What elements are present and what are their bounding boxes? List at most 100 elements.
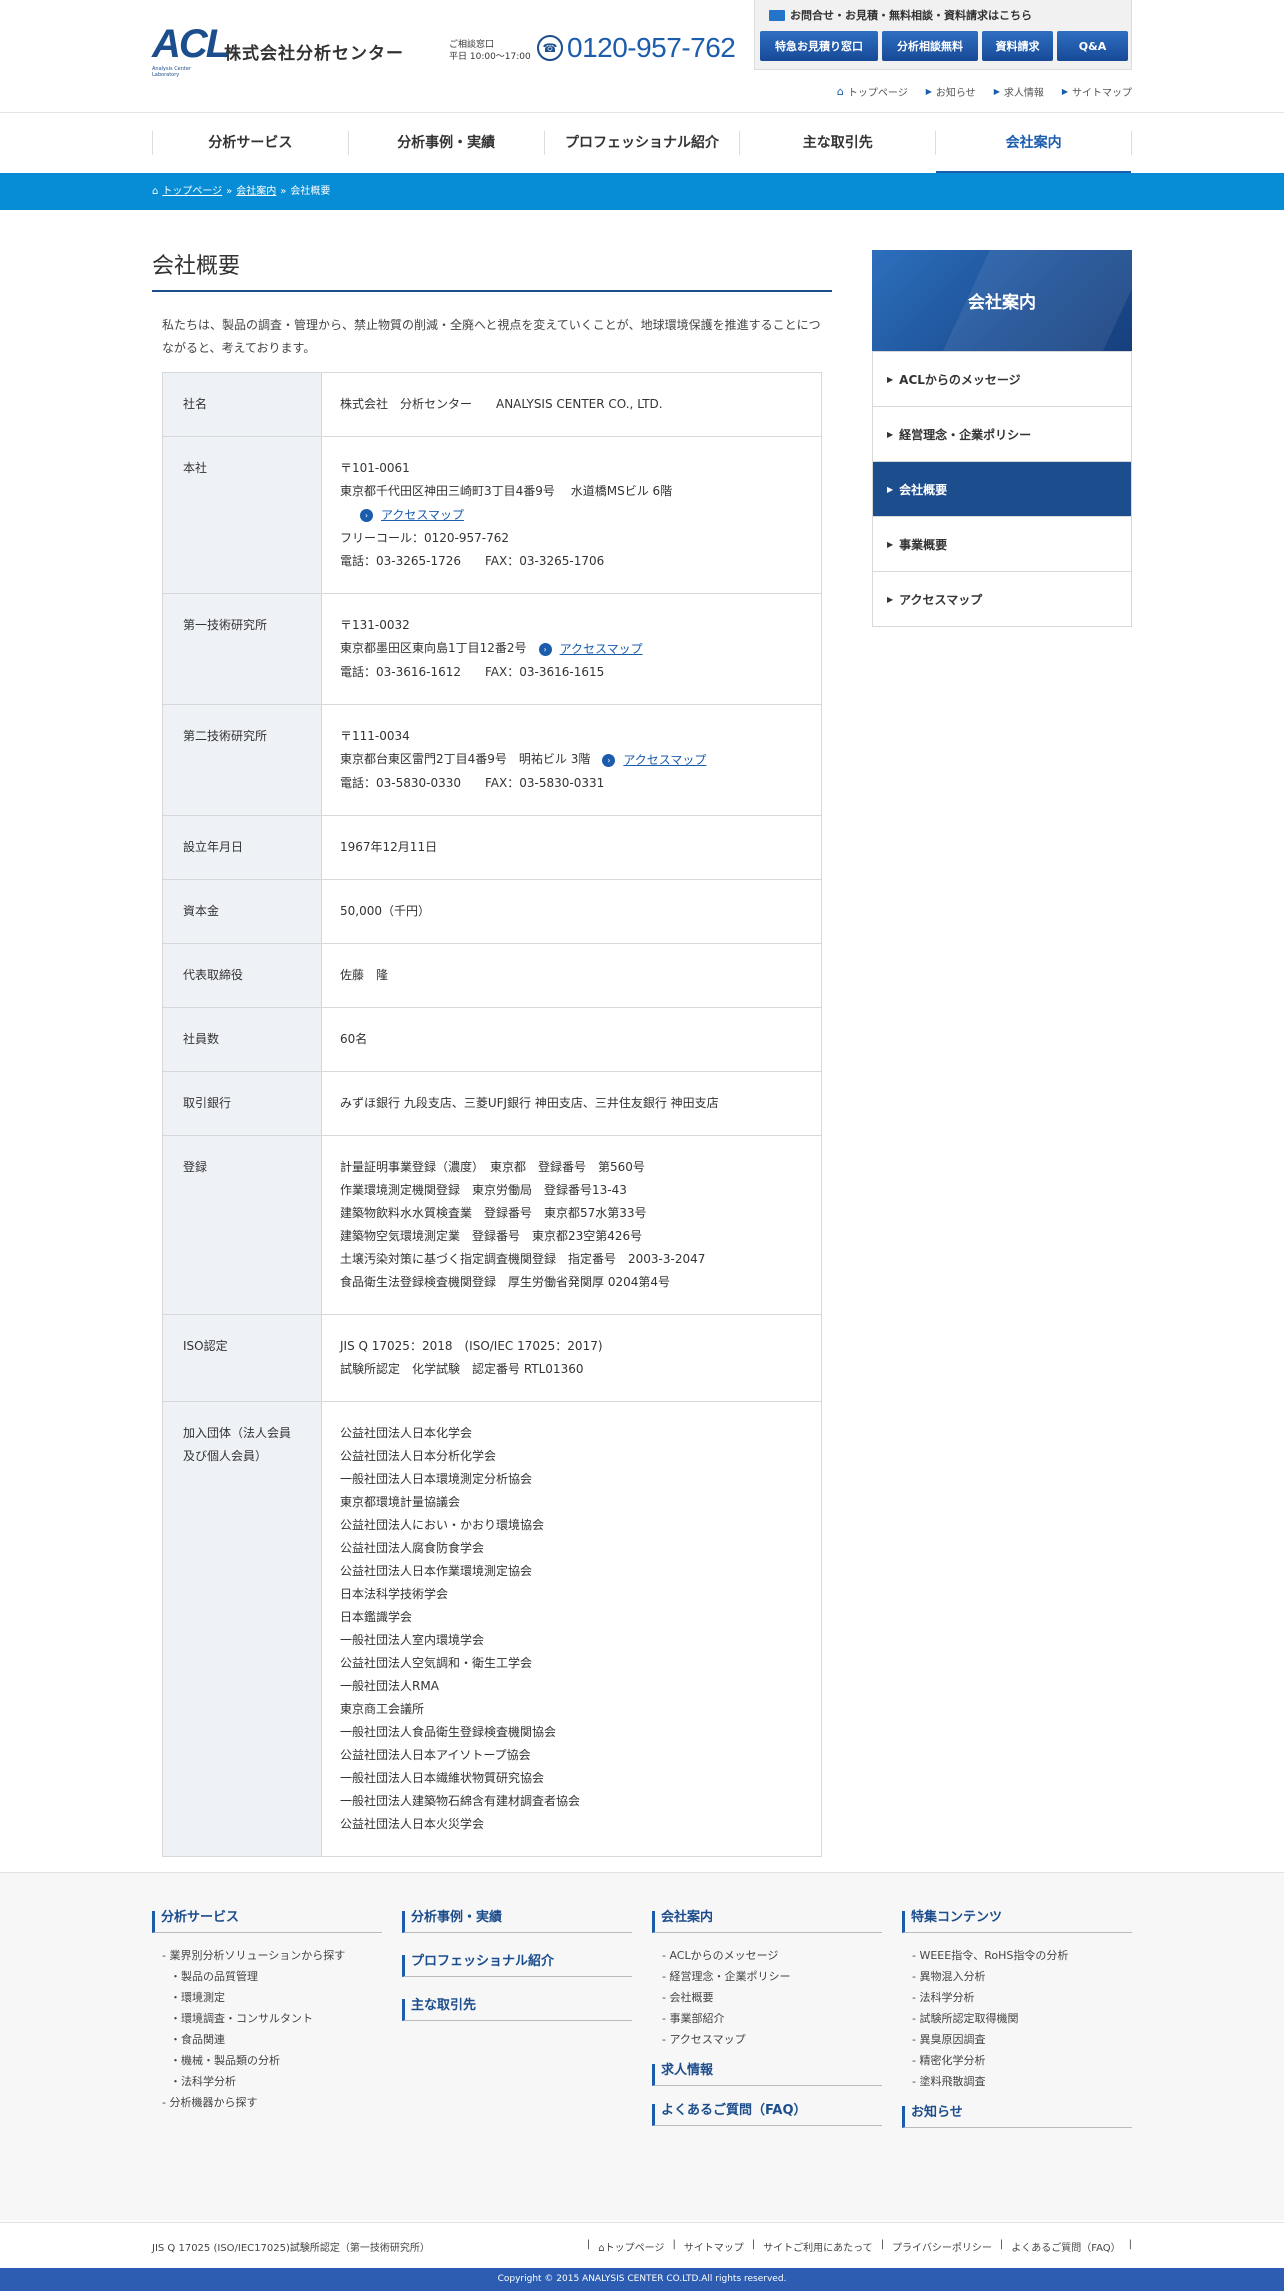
contact-title: お問合せ・お見積・無料相談・資料請求はこちら xyxy=(755,0,1131,23)
footer-heading[interactable]: 分析サービス xyxy=(152,1911,382,1933)
footer-link[interactable]: - ACLからのメッセージ xyxy=(652,1945,882,1966)
footer-col-services: 分析サービス - 業界別分析ソリューションから探す ・製品の品質管理 ・環境測定… xyxy=(152,1911,382,2140)
footer-heading[interactable]: 分析事例・実績 xyxy=(402,1911,632,1933)
sidebar-item-access[interactable]: ▶ アクセスマップ xyxy=(873,571,1131,626)
footer-col-features: 特集コンテンツ - WEEE指令、RoHS指令の分析 - 異物混入分析 - 法科… xyxy=(902,1911,1132,2140)
footer-link[interactable]: - 経営理念・企業ポリシー xyxy=(652,1966,882,1987)
toplink-jobs[interactable]: ▶ 求人情報 xyxy=(994,84,1044,99)
footer-link[interactable]: - アクセスマップ xyxy=(652,2029,882,2050)
footer-heading[interactable]: お知らせ xyxy=(902,2106,1132,2128)
iso-item: 試験所認定 化学試験 認定番号 RTL01360 xyxy=(340,1362,584,1376)
qa-button[interactable]: Q&A xyxy=(1057,31,1128,61)
footer-link[interactable]: - 分析機器から探す xyxy=(152,2092,382,2113)
footer-link[interactable]: ・環境測定 xyxy=(152,1987,382,2008)
map-link-label: アクセスマップ xyxy=(623,753,707,767)
footer-bottom-link[interactable]: サイトマップ xyxy=(684,2239,744,2254)
footer-bottom: JIS Q 17025 (ISO/IEC17025)試験所認定（第一技術研究所）… xyxy=(0,2222,1284,2268)
registration-item: 建築物飲料水水質検査業 登録番号 東京都57水第33号 xyxy=(340,1206,647,1220)
footer-heading[interactable]: プロフェッショナル紹介 xyxy=(402,1955,632,1977)
phone-number[interactable]: ☎ 0120-957-762 xyxy=(537,32,736,64)
footer-bottom-link[interactable]: よくあるご質問（FAQ） xyxy=(1011,2239,1120,2254)
member-item: 公益社団法人日本化学会 xyxy=(340,1426,473,1440)
footer-link[interactable]: - 会社概要 xyxy=(652,1987,882,2008)
nav-services[interactable]: 分析サービス xyxy=(152,131,348,155)
sidebar-item-label: 経営理念・企業ポリシー xyxy=(899,427,1032,442)
arrow-icon: ▶ xyxy=(925,87,932,96)
footer-link[interactable]: ・食品関連 xyxy=(152,2029,382,2050)
row-value: 株式会社 分析センター ANALYSIS CENTER CO., LTD. xyxy=(321,372,822,437)
breadcrumb-parent[interactable]: 会社案内 xyxy=(236,173,276,210)
toplink-news[interactable]: ▶ お知らせ xyxy=(926,84,976,99)
contact-buttons: 特急お見積り窓口 分析相談無料 資料請求 Q&A xyxy=(755,23,1131,61)
footer-link[interactable]: - 試験所認定取得機関 xyxy=(902,2008,1132,2029)
nav-company[interactable]: 会社案内 xyxy=(935,131,1132,173)
footer-link[interactable]: - 異臭原因調査 xyxy=(902,2029,1132,2050)
footer-heading[interactable]: 主な取引先 xyxy=(402,1999,632,2021)
registration-item: 食品衛生法登録検査機関登録 厚生労働省発関厚 0204第4号 xyxy=(340,1275,670,1289)
footer-link[interactable]: ・製品の品質管理 xyxy=(152,1966,382,1987)
member-item: 日本鑑識学会 xyxy=(340,1610,413,1624)
footer-bottom-link[interactable]: プライバシーポリシー xyxy=(892,2239,992,2254)
footer-heading[interactable]: よくあるご質問（FAQ） xyxy=(652,2104,882,2126)
footer-heading[interactable]: 求人情報 xyxy=(652,2064,882,2086)
footer-link[interactable]: ・法科学分析 xyxy=(152,2071,382,2092)
nav-clients[interactable]: 主な取引先 xyxy=(739,131,935,155)
footer-link[interactable]: ・環境調査・コンサルタント xyxy=(152,2008,382,2029)
free-consult-button[interactable]: 分析相談無料 xyxy=(882,31,978,61)
iso-item: JIS Q 17025：2018 (ISO/IEC 17025：2017) xyxy=(340,1339,603,1353)
nav-professionals[interactable]: プロフェッショナル紹介 xyxy=(543,131,740,155)
site-header: ACL Analysis Center Laboratory 株式会社分析センタ… xyxy=(152,0,1132,112)
toplink-home[interactable]: ⌂ トップページ xyxy=(837,84,908,99)
caret-right-icon: ▶ xyxy=(887,484,894,494)
lab1-access-map-link[interactable]: › アクセスマップ xyxy=(538,638,643,661)
hq-tollfree: フリーコール：0120-957-762 xyxy=(340,531,510,545)
footer-link[interactable]: - 業界別分析ソリューションから探す xyxy=(152,1945,382,1966)
sidebar-item-business[interactable]: ▶ 事業概要 xyxy=(873,516,1131,571)
breadcrumb-home[interactable]: トップページ xyxy=(162,173,222,210)
logo[interactable]: ACL Analysis Center Laboratory 株式会社分析センタ… xyxy=(152,24,404,78)
footer-link[interactable]: - 精密化学分析 xyxy=(902,2050,1132,2071)
footer-bottom-link[interactable]: サイトご利用にあたって xyxy=(763,2239,873,2254)
copyright: Copyright © 2015 ANALYSIS CENTER CO.LTD.… xyxy=(0,2268,1284,2291)
row-value: 〒101-0061 東京都千代田区神田三崎町3丁目4番9号 水道橋MSビル 6階… xyxy=(321,436,822,594)
contact-title-text: お問合せ・お見積・無料相談・資料請求はこちら xyxy=(790,9,1032,22)
footer-heading[interactable]: 会社案内 xyxy=(652,1911,882,1933)
member-item: 公益社団法人腐食防食学会 xyxy=(340,1541,485,1555)
registration-item: 建築物空気環境測定業 登録番号 東京都23空第426号 xyxy=(340,1229,643,1243)
freecall-icon: ☎ xyxy=(537,35,563,61)
footer-bottom-link-label: トップページ xyxy=(604,2242,665,2254)
member-item: 日本法科学技術学会 xyxy=(340,1587,449,1601)
registration-item: 計量証明事業登録（濃度） 東京都 登録番号 第560号 xyxy=(340,1160,645,1174)
row-label: 社名 xyxy=(162,372,322,437)
row-value: 計量証明事業登録（濃度） 東京都 登録番号 第560号 作業環境測定機関登録 東… xyxy=(321,1135,822,1315)
sidebar-item-philosophy[interactable]: ▶ 経営理念・企業ポリシー xyxy=(873,406,1131,461)
sidebar-item-overview[interactable]: ▶ 会社概要 xyxy=(873,461,1131,516)
row-label: 本社 xyxy=(162,436,322,594)
sidebar-item-message[interactable]: ▶ ACLからのメッセージ xyxy=(873,351,1131,406)
hq-access-map-link[interactable]: › アクセスマップ xyxy=(360,504,464,527)
footer-bottom-link-home[interactable]: ⌂トップページ xyxy=(598,2239,664,2254)
toplink-sitemap[interactable]: ▶ サイトマップ xyxy=(1062,84,1132,99)
footer-link[interactable]: - WEEE指令、RoHS指令の分析 xyxy=(902,1945,1132,1966)
sidebar-item-label: アクセスマップ xyxy=(899,592,983,607)
footer-link[interactable]: - 塗料飛散調査 xyxy=(902,2071,1132,2092)
footer-link[interactable]: ・機械・製品類の分析 xyxy=(152,2050,382,2071)
divider: | xyxy=(880,2238,885,2250)
table-row: 加入団体（法人会員及び個人会員） 公益社団法人日本化学会 公益社団法人日本分析化… xyxy=(162,1401,822,1857)
lab2-access-map-link[interactable]: › アクセスマップ xyxy=(602,749,706,772)
divider: | xyxy=(586,2238,591,2250)
request-docs-button[interactable]: 資料請求 xyxy=(982,31,1053,61)
nav-cases[interactable]: 分析事例・実績 xyxy=(347,131,544,155)
express-quote-button[interactable]: 特急お見積り窓口 xyxy=(760,31,878,61)
top-links: ⌂ トップページ ▶ お知らせ ▶ 求人情報 ▶ サイトマップ xyxy=(837,84,1132,99)
iso-note: JIS Q 17025 (ISO/IEC17025)試験所認定（第一技術研究所） xyxy=(152,2242,430,2254)
member-item: 東京商工会議所 xyxy=(340,1702,425,1716)
caret-right-icon: ▶ xyxy=(887,594,894,604)
divider: | xyxy=(751,2238,756,2250)
footer-link[interactable]: - 異物混入分析 xyxy=(902,1966,1132,1987)
arrow-icon: ▶ xyxy=(1061,87,1068,96)
footer-link[interactable]: - 法科学分析 xyxy=(902,1987,1132,2008)
footer-links: | ⌂トップページ | サイトマップ | サイトご利用にあたって | プライバシ… xyxy=(587,2239,1132,2254)
footer-heading[interactable]: 特集コンテンツ xyxy=(902,1911,1132,1933)
footer-link[interactable]: - 事業部紹介 xyxy=(652,2008,882,2029)
